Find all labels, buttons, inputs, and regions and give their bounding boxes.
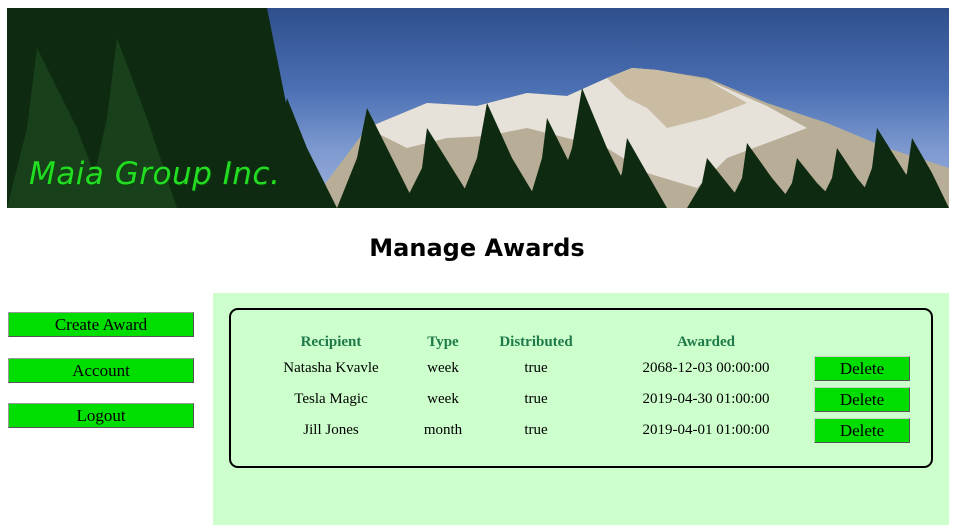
type-cell: week [427,360,459,376]
awarded-cell: 2019-04-01 01:00:00 [642,422,770,438]
delete-button[interactable]: Delete [814,387,910,412]
type-cell: month [423,422,463,438]
column-header-awarded: Awarded [676,334,736,350]
header-banner: Maia Group Inc. [7,8,949,208]
column-header-type: Type [427,334,459,350]
page-title: Manage Awards [369,234,585,262]
logout-button[interactable]: Logout [8,403,194,428]
awarded-cell: 2019-04-30 01:00:00 [642,391,770,407]
type-cell: week [427,391,459,407]
delete-button[interactable]: Delete [814,418,910,443]
create-award-button[interactable]: Create Award [8,312,194,337]
company-logo-text: Maia Group Inc. [29,156,281,192]
recipient-cell: Tesla Magic [294,391,368,407]
awards-table: Recipient Type Distributed Awarded Natas… [229,308,933,468]
column-header-distributed: Distributed [499,334,573,350]
account-button[interactable]: Account [8,358,194,383]
recipient-cell: Jill Jones [303,422,359,438]
distributed-cell: true [524,391,548,407]
distributed-cell: true [524,422,548,438]
column-header-recipient: Recipient [300,334,362,350]
distributed-cell: true [524,360,548,376]
delete-button[interactable]: Delete [814,356,910,381]
recipient-cell: Natasha Kvavle [283,360,379,376]
awarded-cell: 2068-12-03 00:00:00 [642,360,770,376]
main-content-panel: Recipient Type Distributed Awarded Natas… [213,293,949,525]
